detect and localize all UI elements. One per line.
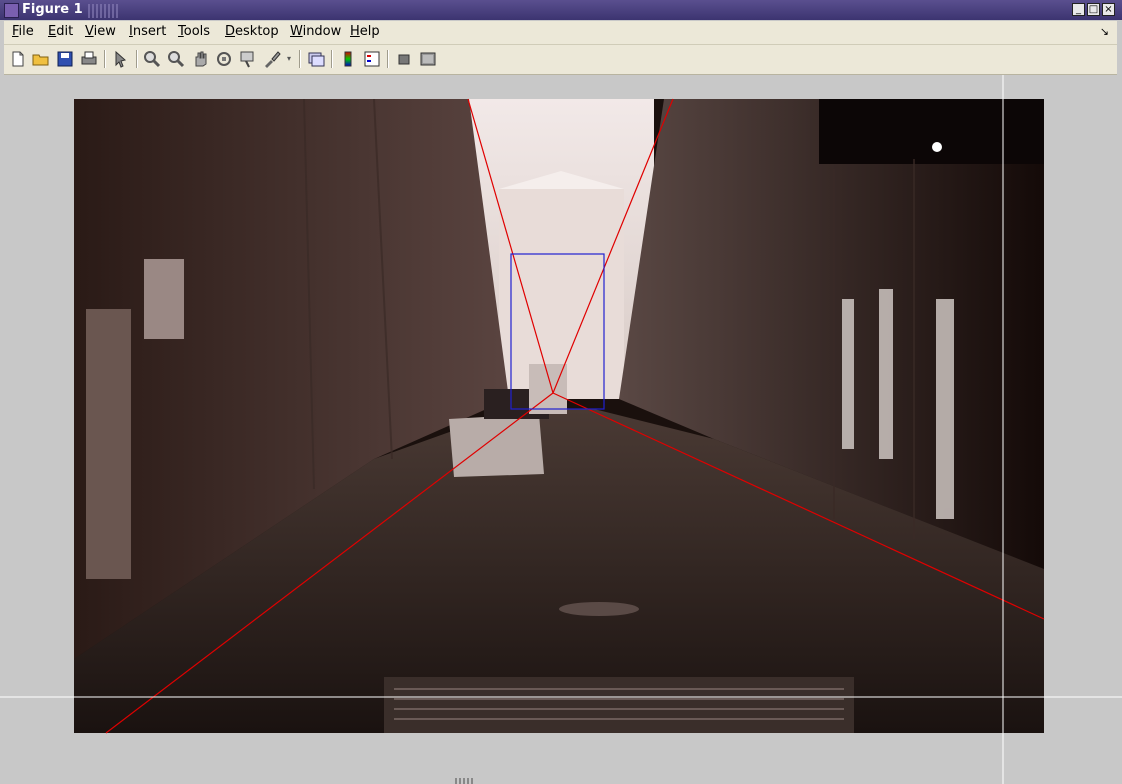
roi-box bbox=[510, 253, 605, 410]
resize-grip[interactable] bbox=[455, 778, 475, 784]
vanishing-line-upper-right bbox=[552, 98, 674, 394]
vanishing-line-lower-right bbox=[552, 392, 1045, 620]
vanishing-line-lower-left bbox=[105, 392, 554, 734]
annotation-overlay bbox=[0, 75, 1122, 784]
